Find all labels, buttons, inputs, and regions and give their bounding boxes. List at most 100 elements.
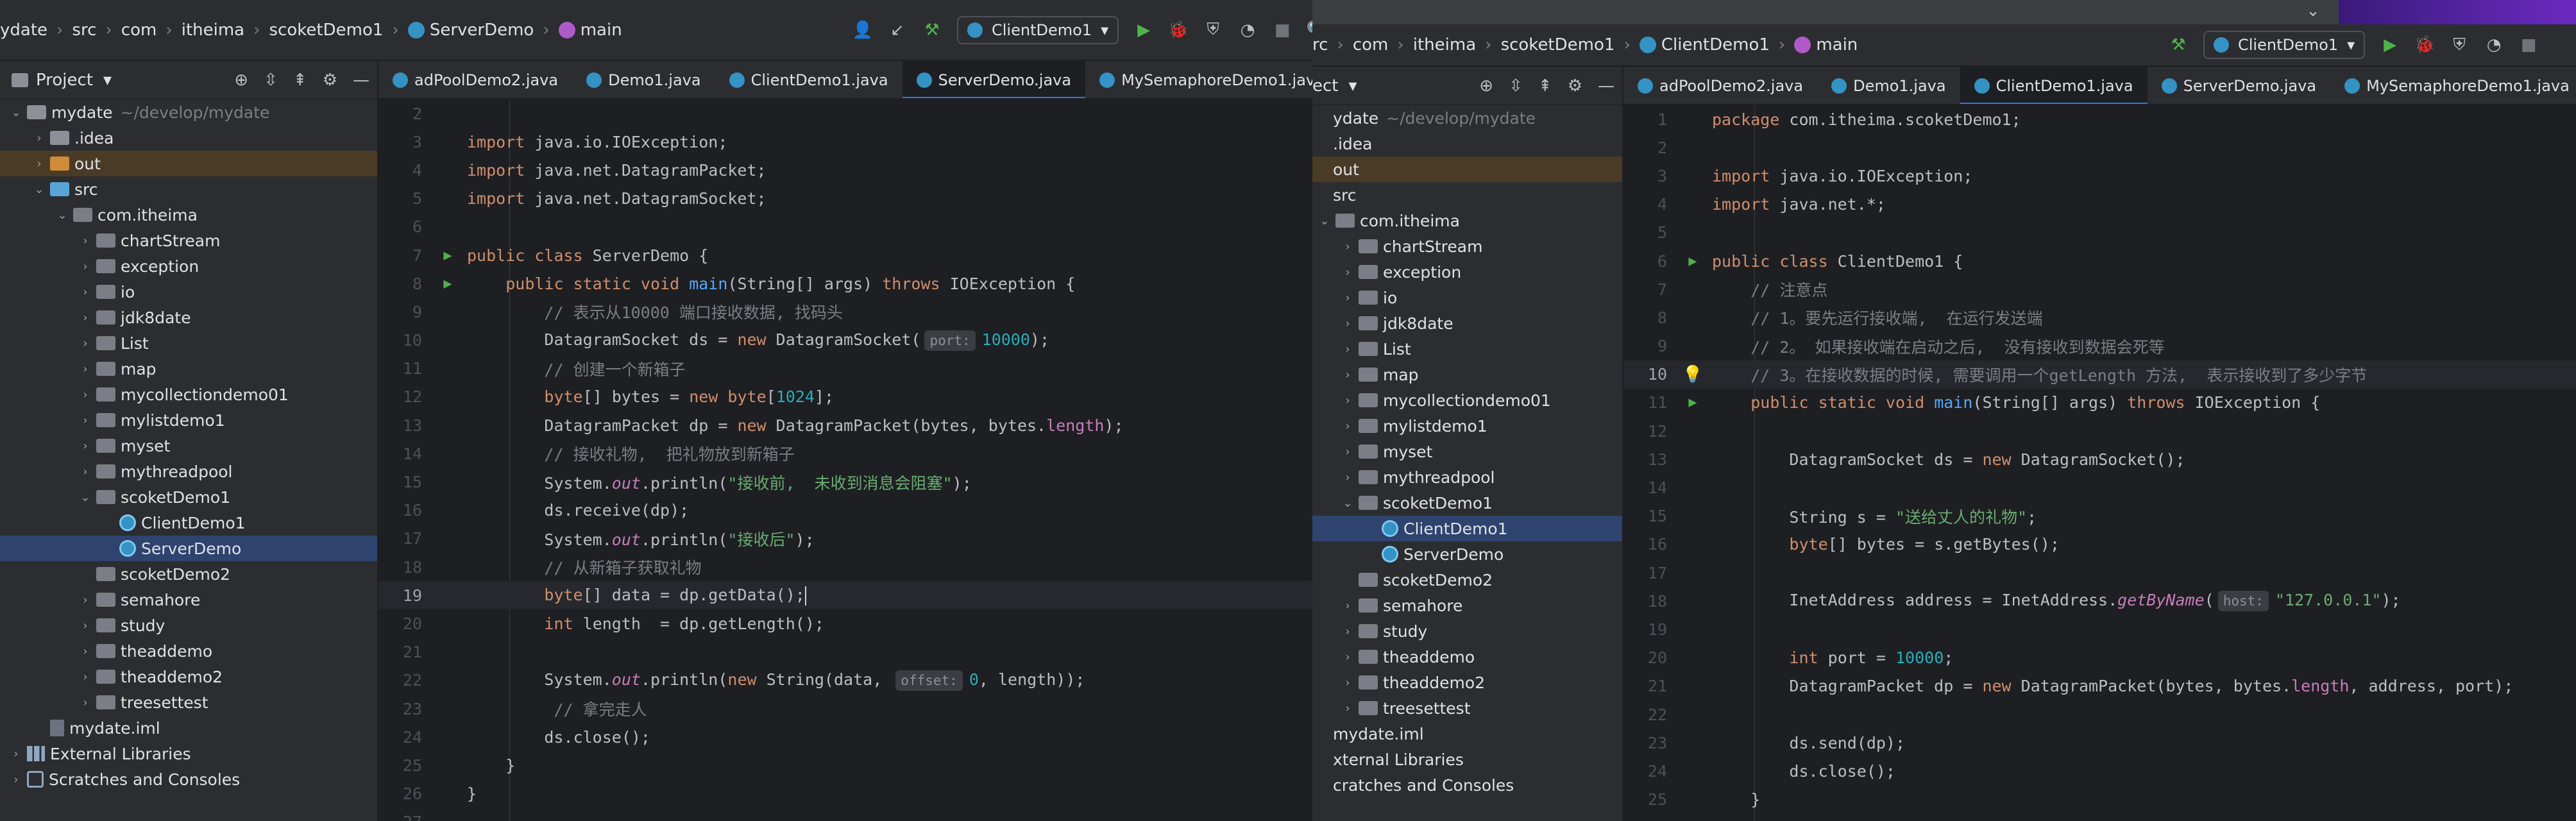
chevron-right-icon[interactable]: ›	[1339, 625, 1356, 638]
code-line[interactable]: 2	[1623, 133, 2576, 162]
chevron-right-icon[interactable]: ›	[1339, 676, 1356, 690]
run-icon[interactable]: ▶	[2380, 35, 2400, 55]
tree-item[interactable]: › mycollectiondemo01	[1312, 387, 1622, 413]
breadcrumb-item[interactable]: itheima	[1413, 35, 1476, 55]
breadcrumb-item[interactable]: ServerDemo	[407, 21, 534, 40]
run-config-select[interactable]: ClientDemo1 ▾	[2203, 31, 2366, 59]
project-header[interactable]: ect ▾ ⊕ ⇳ ⇞ ⚙ —	[1312, 67, 1622, 105]
intention-bulb-icon[interactable]: 💡	[1682, 365, 1703, 384]
code-line[interactable]: 26}	[1623, 814, 2576, 821]
editor-tab[interactable]: MySemaphoreDemo1.java	[1085, 61, 1312, 98]
chevron-right-icon[interactable]: ›	[8, 747, 24, 761]
breadcrumb-item[interactable]: main	[558, 21, 622, 40]
expand-all-icon[interactable]: ⇳	[264, 71, 278, 90]
code-line[interactable]: 27	[378, 808, 1312, 821]
code-line[interactable]: 25 }	[1623, 786, 2576, 814]
chevron-right-icon[interactable]: ›	[77, 414, 94, 427]
code-area[interactable]: 2 3 import java.io.IOException; 4 import jav…	[378, 99, 1312, 821]
chevron-right-icon[interactable]: ›	[77, 337, 94, 350]
tree-item[interactable]: › treesettest	[0, 690, 377, 715]
chevron-right-icon[interactable]: ›	[77, 260, 94, 273]
code-line[interactable]: 16 byte[] bytes = s.getBytes();	[1623, 530, 2576, 559]
code-line[interactable]: 25 }	[378, 751, 1312, 779]
code-line[interactable]: 21	[378, 638, 1312, 666]
chevron-right-icon[interactable]: ›	[77, 234, 94, 248]
editor-tab[interactable]: Demo1.java	[572, 61, 715, 98]
code-line[interactable]: 12 byte[] bytes = new byte[1024];	[378, 383, 1312, 411]
code-line[interactable]: 9 // 2。 如果接收端在启动之后, 没有接收到数据会死等	[1623, 332, 2576, 360]
code-line[interactable]: 21 DatagramPacket dp = new DatagramPacke…	[1623, 672, 2576, 700]
tree-item[interactable]: › myset	[1312, 439, 1622, 464]
breadcrumb-item[interactable]: main	[1794, 35, 1858, 55]
code-line[interactable]: 8 // 1。要先运行接收端, 在运行发送端	[1623, 303, 2576, 332]
collapse-all-icon[interactable]: ⇞	[1538, 76, 1552, 96]
chevron-right-icon[interactable]: ›	[31, 131, 47, 145]
locate-icon[interactable]: ⊕	[1479, 76, 1493, 96]
tree-item[interactable]: › map	[0, 356, 377, 382]
user-icon[interactable]: 👤	[852, 21, 873, 40]
chevron-right-icon[interactable]: ›	[77, 670, 94, 684]
code-line[interactable]: 20 int port = 10000;	[1623, 644, 2576, 672]
tree-item[interactable]: src	[1312, 182, 1622, 208]
editor-tab[interactable]: MySemaphoreDemo1.java	[2330, 67, 2576, 104]
tree-item[interactable]: › chartStream	[0, 228, 377, 253]
tree-item[interactable]: › io	[1312, 285, 1622, 310]
editor-tab[interactable]: ServerDemo.java	[902, 61, 1086, 98]
vcs-arrow-icon[interactable]: ↙	[888, 21, 907, 40]
tree-item[interactable]: ⌄ mydate ~/develop/mydate	[0, 99, 377, 125]
code-line[interactable]: 24 ds.close();	[378, 723, 1312, 751]
search-icon[interactable]: 🔍	[1307, 21, 1312, 40]
tree-item[interactable]: mydate.iml	[0, 715, 377, 741]
editor-tab[interactable]: ServerDemo.java	[2148, 67, 2331, 104]
chevron-right-icon[interactable]: ›	[77, 696, 94, 709]
breadcrumb-item[interactable]: rc	[1312, 35, 1328, 55]
code-line[interactable]: 7 // 注意点	[1623, 275, 2576, 303]
code-line[interactable]: 24 ds.close();	[1623, 757, 2576, 785]
code-line[interactable]: 13 DatagramPacket dp = new DatagramPacke…	[378, 411, 1312, 439]
chevron-right-icon[interactable]: ›	[1339, 266, 1356, 279]
expand-all-icon[interactable]: ⇳	[1509, 76, 1523, 96]
tree-item[interactable]: › map	[1312, 362, 1622, 387]
chevron-right-icon[interactable]: ›	[1339, 291, 1356, 305]
code-line[interactable]: 17 System.out.println("接收后");	[378, 525, 1312, 553]
breadcrumb-item[interactable]: scoketDemo1	[269, 21, 384, 40]
build-hammer-icon[interactable]: ⚒	[2169, 35, 2188, 55]
hide-icon[interactable]: —	[353, 71, 369, 90]
chevron-right-icon[interactable]: ›	[8, 773, 24, 786]
code-line[interactable]: 15 System.out.println("接收前, 未收到消息会阻塞");	[378, 468, 1312, 496]
breadcrumb-item[interactable]: ClientDemo1	[1639, 35, 1770, 55]
code-line[interactable]: 7 ▶ public class ServerDemo {	[378, 241, 1312, 269]
tree-item[interactable]: ClientDemo1	[0, 510, 377, 536]
chevron-right-icon[interactable]: ›	[77, 645, 94, 658]
tree-item[interactable]: out	[1312, 157, 1622, 182]
tree-item[interactable]: › semahore	[0, 587, 377, 613]
breadcrumb-item[interactable]: com	[1353, 35, 1389, 55]
collapse-all-icon[interactable]: ⇞	[293, 71, 307, 90]
code-line[interactable]: 22	[1623, 700, 2576, 729]
chevron-down-icon[interactable]: ▾	[103, 71, 112, 90]
stop-icon[interactable]: ■	[1273, 21, 1292, 40]
editor-tab[interactable]: ClientDemo1.java	[1960, 67, 2148, 104]
code-line[interactable]: 4 import java.net.DatagramPacket;	[378, 156, 1312, 184]
tree-item[interactable]: ServerDemo	[0, 536, 377, 561]
code-line[interactable]: 12	[1623, 417, 2576, 445]
run-icon[interactable]: ▶	[1134, 21, 1153, 40]
chevron-right-icon[interactable]: ›	[77, 362, 94, 376]
chevron-right-icon[interactable]: ›	[1339, 471, 1356, 484]
code-line[interactable]: 8 ▶ public static void main(String[] args…	[378, 269, 1312, 298]
profile-icon[interactable]: ◔	[2484, 35, 2504, 55]
editor-tab[interactable]: Demo1.java	[1817, 67, 1960, 104]
chevron-right-icon[interactable]: ›	[1339, 368, 1356, 382]
code-line[interactable]: 5 import java.net.DatagramSocket;	[378, 185, 1312, 213]
tree-item[interactable]: › theaddemo2	[0, 664, 377, 690]
chevron-right-icon[interactable]: ›	[1339, 394, 1356, 407]
tree-item[interactable]: › mylistdemo1	[0, 407, 377, 433]
tree-item[interactable]: › Scratches and Consoles	[0, 766, 377, 792]
chevron-right-icon[interactable]: ›	[1339, 419, 1356, 433]
tree-item[interactable]: › theaddemo2	[1312, 670, 1622, 695]
chevron-right-icon[interactable]: ›	[1339, 343, 1356, 356]
chevron-right-icon[interactable]: ›	[77, 593, 94, 607]
chevron-right-icon[interactable]: ›	[1339, 650, 1356, 664]
chevron-right-icon[interactable]: ›	[1339, 317, 1356, 330]
chevron-right-icon[interactable]: ›	[1339, 445, 1356, 459]
